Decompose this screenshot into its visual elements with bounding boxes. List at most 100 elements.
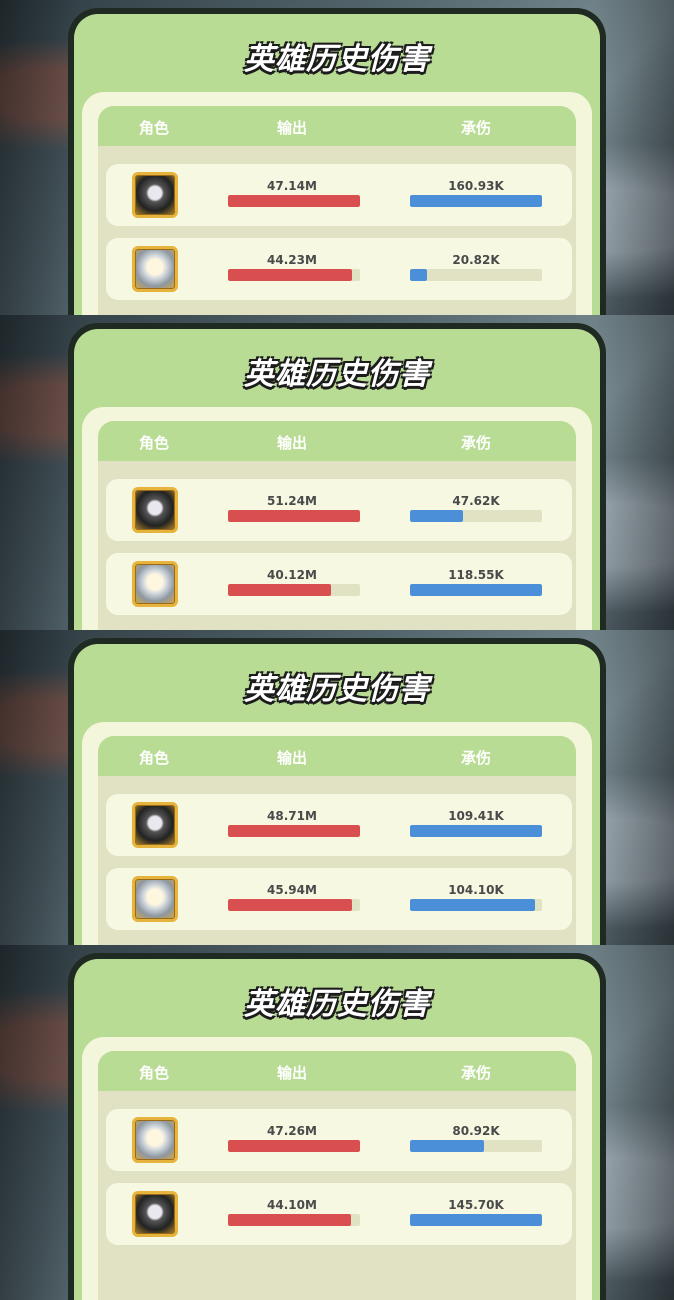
taken-bar-fill [410, 825, 542, 837]
output-value: 44.23M [267, 253, 317, 267]
header-role: 角色 [138, 749, 170, 767]
table-row[interactable]: 48.71M 109.41K [106, 794, 572, 856]
hero-damage-panel: 英雄历史伤害 角色 输出 承伤 47.26M 80.92K 44.10M 145.70K [68, 953, 606, 1300]
output-bar-fill [228, 510, 360, 522]
taken-value: 20.82K [452, 253, 500, 267]
output-bar-fill [228, 269, 353, 281]
light-hero-icon[interactable] [132, 246, 178, 292]
taken-bar-fill [410, 195, 542, 207]
panel-frame: 英雄历史伤害角色 输出 承伤 47.14M 160.93K 44.23M 20.82K [74, 14, 600, 315]
taken-bar [410, 1214, 542, 1226]
light-hero-icon[interactable] [132, 1117, 178, 1163]
taken-bar [410, 584, 542, 596]
taken-bar-fill [410, 1214, 542, 1226]
table-header: 角色 输出 承伤 [98, 736, 576, 776]
taken-bar [410, 899, 542, 911]
taken-value: 109.41K [448, 809, 504, 823]
panel-body: 角色 输出 承伤 47.14M 160.93K 44.23M 20.82K [82, 92, 592, 315]
output-bar [228, 584, 360, 596]
table-row[interactable]: 47.14M 160.93K [106, 164, 572, 226]
header-output: 输出 [276, 119, 308, 137]
hero-damage-panel: 英雄历史伤害角色 输出 承伤 51.24M 47.62K 40.12M 118.55K [68, 323, 606, 630]
screen-capture: 英雄历史伤害角色 输出 承伤 48.71M 109.41K 45.94M 104.10K [0, 630, 674, 945]
table-row[interactable]: 45.94M 104.10K [106, 868, 572, 930]
output-value: 48.71M [267, 809, 317, 823]
panel-frame: 英雄历史伤害角色 输出 承伤 51.24M 47.62K 40.12M 118.55K [74, 329, 600, 630]
header-role: 角色 [138, 434, 170, 452]
panel-title: 英雄历史伤害 [244, 357, 430, 392]
taken-value: 160.93K [448, 179, 504, 193]
header-taken: 承伤 [460, 1064, 492, 1082]
taken-bar [410, 195, 542, 207]
table-row[interactable]: 44.10M 145.70K [106, 1183, 572, 1245]
panel-title: 英雄历史伤害 [244, 672, 430, 707]
taken-bar-fill [410, 899, 536, 911]
panel-title: 英雄历史伤害 [244, 42, 430, 77]
output-bar-fill [228, 899, 353, 911]
damage-table: 角色 输出 承伤 51.24M 47.62K 40.12M 118.55K [98, 421, 576, 630]
output-bar [228, 825, 360, 837]
dark-hero-icon[interactable] [132, 487, 178, 533]
output-value: 47.14M [267, 179, 317, 193]
taken-value: 47.62K [452, 494, 500, 508]
table-row[interactable]: 47.26M 80.92K [106, 1109, 572, 1171]
header-role: 角色 [138, 119, 170, 137]
output-value: 40.12M [267, 568, 317, 582]
header-output: 输出 [276, 749, 308, 767]
output-bar [228, 899, 360, 911]
panel-body: 角色 输出 承伤 51.24M 47.62K 40.12M 118.55K [82, 407, 592, 630]
output-bar-fill [228, 584, 331, 596]
output-bar-fill [228, 825, 360, 837]
taken-bar-fill [410, 584, 542, 596]
table-header: 角色 输出 承伤 [98, 421, 576, 461]
taken-value: 104.10K [448, 883, 504, 897]
screen-capture: 英雄历史伤害角色 输出 承伤 47.14M 160.93K 44.23M 20.82K [0, 0, 674, 315]
header-taken: 承伤 [460, 434, 492, 452]
taken-bar-fill [410, 269, 428, 281]
taken-value: 118.55K [448, 568, 504, 582]
output-bar-fill [228, 1140, 360, 1152]
taken-bar [410, 1140, 542, 1152]
table-row[interactable]: 40.12M 118.55K [106, 553, 572, 615]
output-value: 45.94M [267, 883, 317, 897]
header-taken: 承伤 [460, 119, 492, 137]
header-output: 输出 [276, 1064, 308, 1082]
damage-table: 角色 输出 承伤 48.71M 109.41K 45.94M 104.10K [98, 736, 576, 945]
output-bar [228, 1214, 360, 1226]
output-bar-fill [228, 1214, 351, 1226]
taken-bar [410, 825, 542, 837]
taken-value: 80.92K [452, 1124, 500, 1138]
table-header: 角色 输出 承伤 [98, 106, 576, 146]
table-row[interactable]: 51.24M 47.62K [106, 479, 572, 541]
table-row[interactable]: 44.23M 20.82K [106, 238, 572, 300]
panel-frame: 英雄历史伤害 角色 输出 承伤 47.26M 80.92K 44.10M 145.70K [74, 959, 600, 1300]
header-output: 输出 [276, 434, 308, 452]
taken-bar-fill [410, 1140, 484, 1152]
taken-bar-fill [410, 510, 463, 522]
hero-damage-panel: 英雄历史伤害角色 输出 承伤 48.71M 109.41K 45.94M 104.10K [68, 638, 606, 945]
taken-bar [410, 269, 542, 281]
output-bar-fill [228, 195, 360, 207]
dark-hero-icon[interactable] [132, 172, 178, 218]
dark-hero-icon[interactable] [132, 802, 178, 848]
dark-hero-icon[interactable] [132, 1191, 178, 1237]
panel-frame: 英雄历史伤害角色 输出 承伤 48.71M 109.41K 45.94M 104.10K [74, 644, 600, 945]
damage-table: 角色 输出 承伤 47.14M 160.93K 44.23M 20.82K [98, 106, 576, 315]
taken-value: 145.70K [448, 1198, 504, 1212]
output-value: 44.10M [267, 1198, 317, 1212]
output-value: 47.26M [267, 1124, 317, 1138]
output-bar [228, 1140, 360, 1152]
panel-body: 角色 输出 承伤 47.26M 80.92K 44.10M 145.70K [82, 1037, 592, 1300]
panel-body: 角色 输出 承伤 48.71M 109.41K 45.94M 104.10K [82, 722, 592, 945]
output-bar [228, 269, 360, 281]
hero-damage-panel: 英雄历史伤害角色 输出 承伤 47.14M 160.93K 44.23M 20.82K [68, 8, 606, 315]
light-hero-icon[interactable] [132, 876, 178, 922]
screen-capture: 英雄历史伤害 角色 输出 承伤 47.26M 80.92K 44.10M 145.70K [0, 945, 674, 1300]
damage-table: 角色 输出 承伤 47.26M 80.92K 44.10M 145.70K [98, 1051, 576, 1300]
header-taken: 承伤 [460, 749, 492, 767]
screen-capture: 英雄历史伤害角色 输出 承伤 51.24M 47.62K 40.12M 118.55K [0, 315, 674, 630]
output-bar [228, 510, 360, 522]
light-hero-icon[interactable] [132, 561, 178, 607]
taken-bar [410, 510, 542, 522]
output-bar [228, 195, 360, 207]
